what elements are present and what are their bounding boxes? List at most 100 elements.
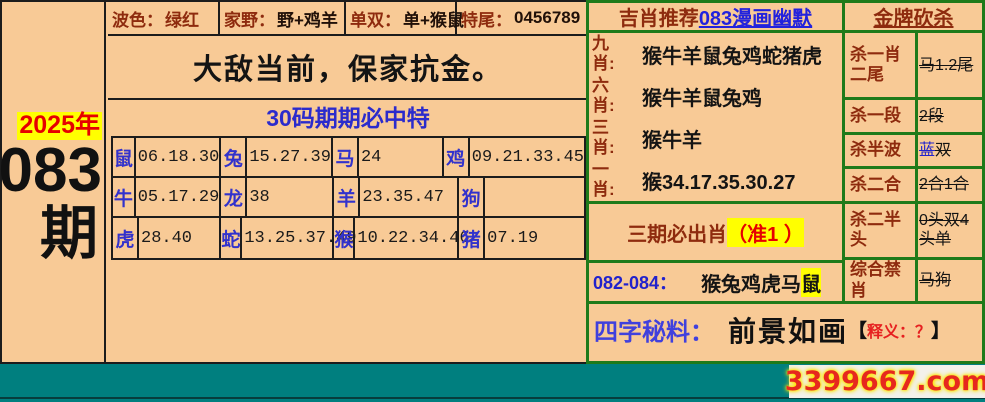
issue-range-animals: 猴兔鸡虎马: [701, 268, 801, 297]
zodiac-numbers: 09.21.33.45: [470, 138, 584, 176]
stat-label: 特尾：: [461, 6, 512, 31]
kill-value: 2段: [915, 100, 982, 132]
xiao-value: 猴牛羊鼠兔鸡蛇猪虎: [620, 40, 842, 69]
xiao-section: 九肖: 猴牛羊鼠兔鸡蛇猪虎 六肖: 猴牛羊鼠兔鸡 三肖: 猴牛羊 一肖: 猴34…: [589, 33, 842, 301]
kill-row: 综合禁肖 马狗: [845, 260, 982, 301]
three-period-highlight: （准1 ）: [727, 218, 804, 247]
three-period-row: 三期必出肖（准1 ）: [589, 201, 842, 260]
kill-value: 马1.2尾: [915, 33, 982, 97]
stat-special-tail: 特尾： 0456789: [457, 2, 588, 34]
secret-bracket-close: 】: [931, 316, 950, 343]
zodiac-row: 虎 28.40 蛇 13.25.37.49 猴 10.22.34.46 猪 07…: [113, 218, 584, 258]
zodiac-cell: 虎 28.40: [113, 218, 221, 258]
issue-number: 083: [0, 140, 102, 202]
zodiac-cell: 猪 07.19: [459, 218, 584, 258]
stat-label: 家野：: [224, 6, 275, 31]
secret-bracket-open: 【: [848, 316, 867, 343]
secret-value: 前景如画: [728, 310, 848, 350]
comic-humor-link[interactable]: 083漫画幽默: [699, 2, 812, 31]
kill-value: 马狗: [915, 260, 982, 301]
kill-value-text: 0头双4头单: [919, 211, 982, 249]
kill-row: 杀一段 2段: [845, 100, 982, 135]
kill-label: 杀二合: [845, 169, 915, 201]
zodiac-animal: 龙: [221, 178, 247, 216]
three-period-text: 三期必出肖: [627, 218, 727, 247]
zodiac-animal: 虎: [113, 218, 139, 258]
zodiac-numbers: 07.19: [485, 218, 584, 258]
zodiac-numbers: 05.17.29: [136, 178, 220, 216]
kill-row: 杀二半头 0头双4头单: [845, 204, 982, 261]
four-char-secret-row: 四字秘料： 前景如画 【释义：？】: [589, 301, 982, 355]
zodiac-animal: 鸡: [444, 138, 470, 176]
stat-label: 单双：: [350, 6, 401, 31]
kill-value-text: 2合1合: [919, 175, 969, 194]
kill-row: 杀一肖二尾 马1.2尾: [845, 33, 982, 100]
zodiac-animal: 蛇: [221, 218, 242, 258]
issue-suffix: 期: [40, 202, 98, 266]
zodiac-numbers: 10.22.34.46: [355, 218, 469, 258]
recommendation-panel: 吉肖推荐083漫画幽默 金牌砍杀 九肖: 猴牛羊鼠兔鸡蛇猪虎 六肖: 猴牛羊鼠兔…: [586, 0, 985, 364]
gold-kill-title: 金牌砍杀: [842, 3, 982, 30]
stat-home-wild: 家野： 野+鸡羊: [220, 2, 346, 34]
issue-column: 2025年 083 期: [2, 2, 106, 362]
xiao-row-one: 一肖: 猴34.17.35.30.27: [592, 159, 842, 201]
kill-value: 2合1合: [915, 169, 982, 201]
kill-label: 综合禁肖: [845, 260, 915, 301]
xiao-label: 三肖:: [592, 118, 620, 157]
stat-wave-color: 波色： 绿红: [108, 2, 220, 34]
panel-header: 吉肖推荐083漫画幽默 金牌砍杀: [589, 3, 982, 33]
zodiac-animal: 猴: [334, 218, 355, 258]
site-link[interactable]: 3399667.com: [789, 365, 985, 398]
secret-note: 释义：？: [867, 318, 931, 342]
kill-value-text: 双: [935, 141, 951, 160]
zodiac-cell: 牛 05.17.29: [113, 178, 221, 216]
zodiac-numbers: 15.27.39: [247, 138, 331, 176]
zodiac-cell: 鼠 06.18.30: [113, 138, 221, 176]
zodiac-animal: 猪: [459, 218, 485, 258]
zodiac-animal: 牛: [113, 178, 136, 216]
zodiac-row: 鼠 06.18.30 兔 15.27.39 马 24 鸡 09.21.33.45: [113, 138, 584, 178]
secret-label: 四字秘料：: [594, 312, 714, 347]
zodiac-cell: 鸡 09.21.33.45: [444, 138, 584, 176]
lucky-zodiac-title: 吉肖推荐083漫画幽默: [589, 3, 842, 30]
stat-value: 绿红: [165, 6, 199, 31]
kill-label: 杀一肖二尾: [845, 33, 915, 97]
kill-label: 杀二半头: [845, 204, 915, 258]
kill-table: 杀一肖二尾 马1.2尾 杀一段 2段 杀半波 蓝双 杀二合 2合1合 杀二半头: [842, 33, 982, 301]
stat-value: 0456789: [514, 8, 580, 28]
zodiac-animal: 羊: [334, 178, 360, 216]
zodiac-animal: 兔: [221, 138, 247, 176]
zodiac-cell: 兔 15.27.39: [221, 138, 333, 176]
subtitle-30codes: 30码期期必中特: [108, 100, 588, 132]
zodiac-numbers: 23.35.47: [360, 178, 457, 216]
kill-row: 杀半波 蓝双: [845, 135, 982, 169]
stat-odd-even: 单双： 单+猴鼠: [346, 2, 457, 34]
kill-value-text: 2段: [919, 107, 944, 126]
zodiac-animal: 鼠: [113, 138, 136, 176]
kill-value: 蓝双: [915, 135, 982, 166]
xiao-value: 猴34.17.35.30.27: [620, 166, 842, 195]
kill-label: 杀半波: [845, 135, 915, 166]
xiao-label: 六肖:: [592, 76, 620, 115]
footer-bar: 3399667.com: [0, 364, 985, 402]
stat-value: 单+猴鼠: [403, 6, 464, 31]
issue-range-highlight: 鼠: [801, 268, 821, 297]
zodiac-cell: 狗: [459, 178, 584, 216]
title-prefix: 吉肖推荐: [619, 2, 699, 31]
zodiac-numbers: 06.18.30: [136, 138, 220, 176]
zodiac-numbers: [485, 178, 584, 216]
zodiac-number-grid: 鼠 06.18.30 兔 15.27.39 马 24 鸡 09.21.33.45: [111, 136, 586, 260]
zodiac-animal: 马: [333, 138, 359, 176]
kill-value-text: 马1.2尾: [919, 56, 973, 75]
xiao-row-nine: 九肖: 猴牛羊鼠兔鸡蛇猪虎: [592, 33, 842, 75]
stats-row: 波色： 绿红 家野： 野+鸡羊 单双： 单+猴鼠 特尾： 0456789: [108, 2, 588, 36]
xiao-label: 九肖:: [592, 34, 620, 73]
kill-value: 0头双4头单: [915, 204, 982, 258]
zodiac-cell: 龙 38: [221, 178, 334, 216]
xiao-label: 一肖:: [592, 160, 620, 199]
kill-value-text: 马狗: [919, 271, 951, 290]
zodiac-row: 牛 05.17.29 龙 38 羊 23.35.47 狗: [113, 178, 584, 218]
xiao-block: 九肖: 猴牛羊鼠兔鸡蛇猪虎 六肖: 猴牛羊鼠兔鸡 三肖: 猴牛羊 一肖: 猴34…: [589, 33, 842, 201]
slogan-text: 大敌当前，保家抗金。: [108, 36, 588, 100]
xiao-value: 猴牛羊鼠兔鸡: [620, 82, 842, 111]
